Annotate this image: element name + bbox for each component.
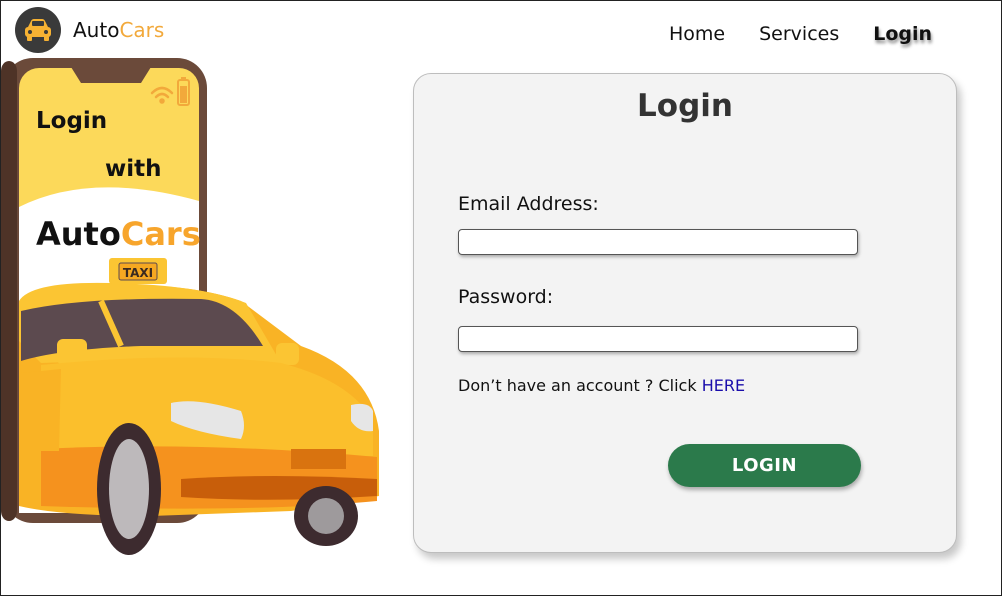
email-field[interactable] [458,229,858,255]
brand[interactable]: AutoCars [15,7,164,53]
phone-brand-part1: Auto [36,215,121,253]
brand-name-part2: Cars [119,18,165,42]
brand-name: AutoCars [73,18,164,42]
signup-prompt-text: Don’t have an account ? Click [458,376,702,395]
password-label: Password: [458,286,554,308]
phone-brand-text: AutoCars [36,215,201,253]
car-icon [15,7,61,53]
login-title: Login [637,88,733,124]
login-button[interactable]: LOGIN [668,444,861,487]
brand-name-part1: Auto [73,18,120,42]
taxi-sign-text: TAXI [123,266,153,280]
password-field[interactable] [458,326,858,352]
taxi-car: TAXI [19,258,379,555]
nav-home[interactable]: Home [669,23,725,45]
phone-brand-part2: Cars [120,215,201,253]
nav-services[interactable]: Services [759,23,839,45]
email-label: Email Address: [458,193,599,215]
login-card: Login Email Address: Password: Don’t hav… [413,73,957,553]
phone-text-login: Login [36,108,108,134]
nav-login[interactable]: Login [873,23,932,45]
signup-link[interactable]: HERE [702,376,745,395]
phone-text-with: with [105,156,162,182]
signup-prompt: Don’t have an account ? Click HERE [458,376,745,395]
page-frame: AutoCars Home Services Login TAXI Login … [0,0,1002,596]
top-nav: Home Services Login [669,23,932,45]
